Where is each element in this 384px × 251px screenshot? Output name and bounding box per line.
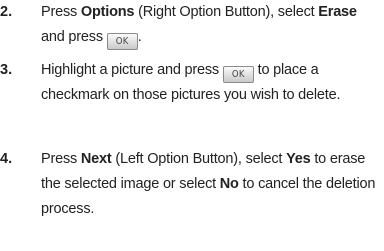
step-text-segment: . <box>137 29 142 45</box>
step-number: 4. <box>0 151 13 167</box>
step-text-segment: Press <box>41 4 81 20</box>
step-number: 3. <box>0 62 13 78</box>
no-option-label: No <box>219 176 239 192</box>
step-number: 2. <box>0 4 13 20</box>
step-text-segment: (Right Option Button), select <box>134 4 319 20</box>
ok-key-icon: OK <box>222 66 254 83</box>
step-text: Press Options (Right Option Button), sel… <box>41 0 379 50</box>
step-text-segment: and press <box>41 29 107 45</box>
erase-option-label: Erase <box>318 4 357 20</box>
step-text-segment: (Left Option Button), select <box>111 151 287 167</box>
step-text-segment: Press <box>41 151 81 167</box>
step-text: Press Next (Left Option Button), select … <box>41 147 379 222</box>
options-button-label: Options <box>80 4 135 20</box>
next-button-label: Next <box>80 151 112 167</box>
ok-key-icon: OK <box>106 33 138 50</box>
step-text-segment: Highlight a picture and press <box>41 62 223 78</box>
step-text: Highlight a picture and press OK to plac… <box>41 58 379 108</box>
yes-option-label: Yes <box>286 151 311 167</box>
